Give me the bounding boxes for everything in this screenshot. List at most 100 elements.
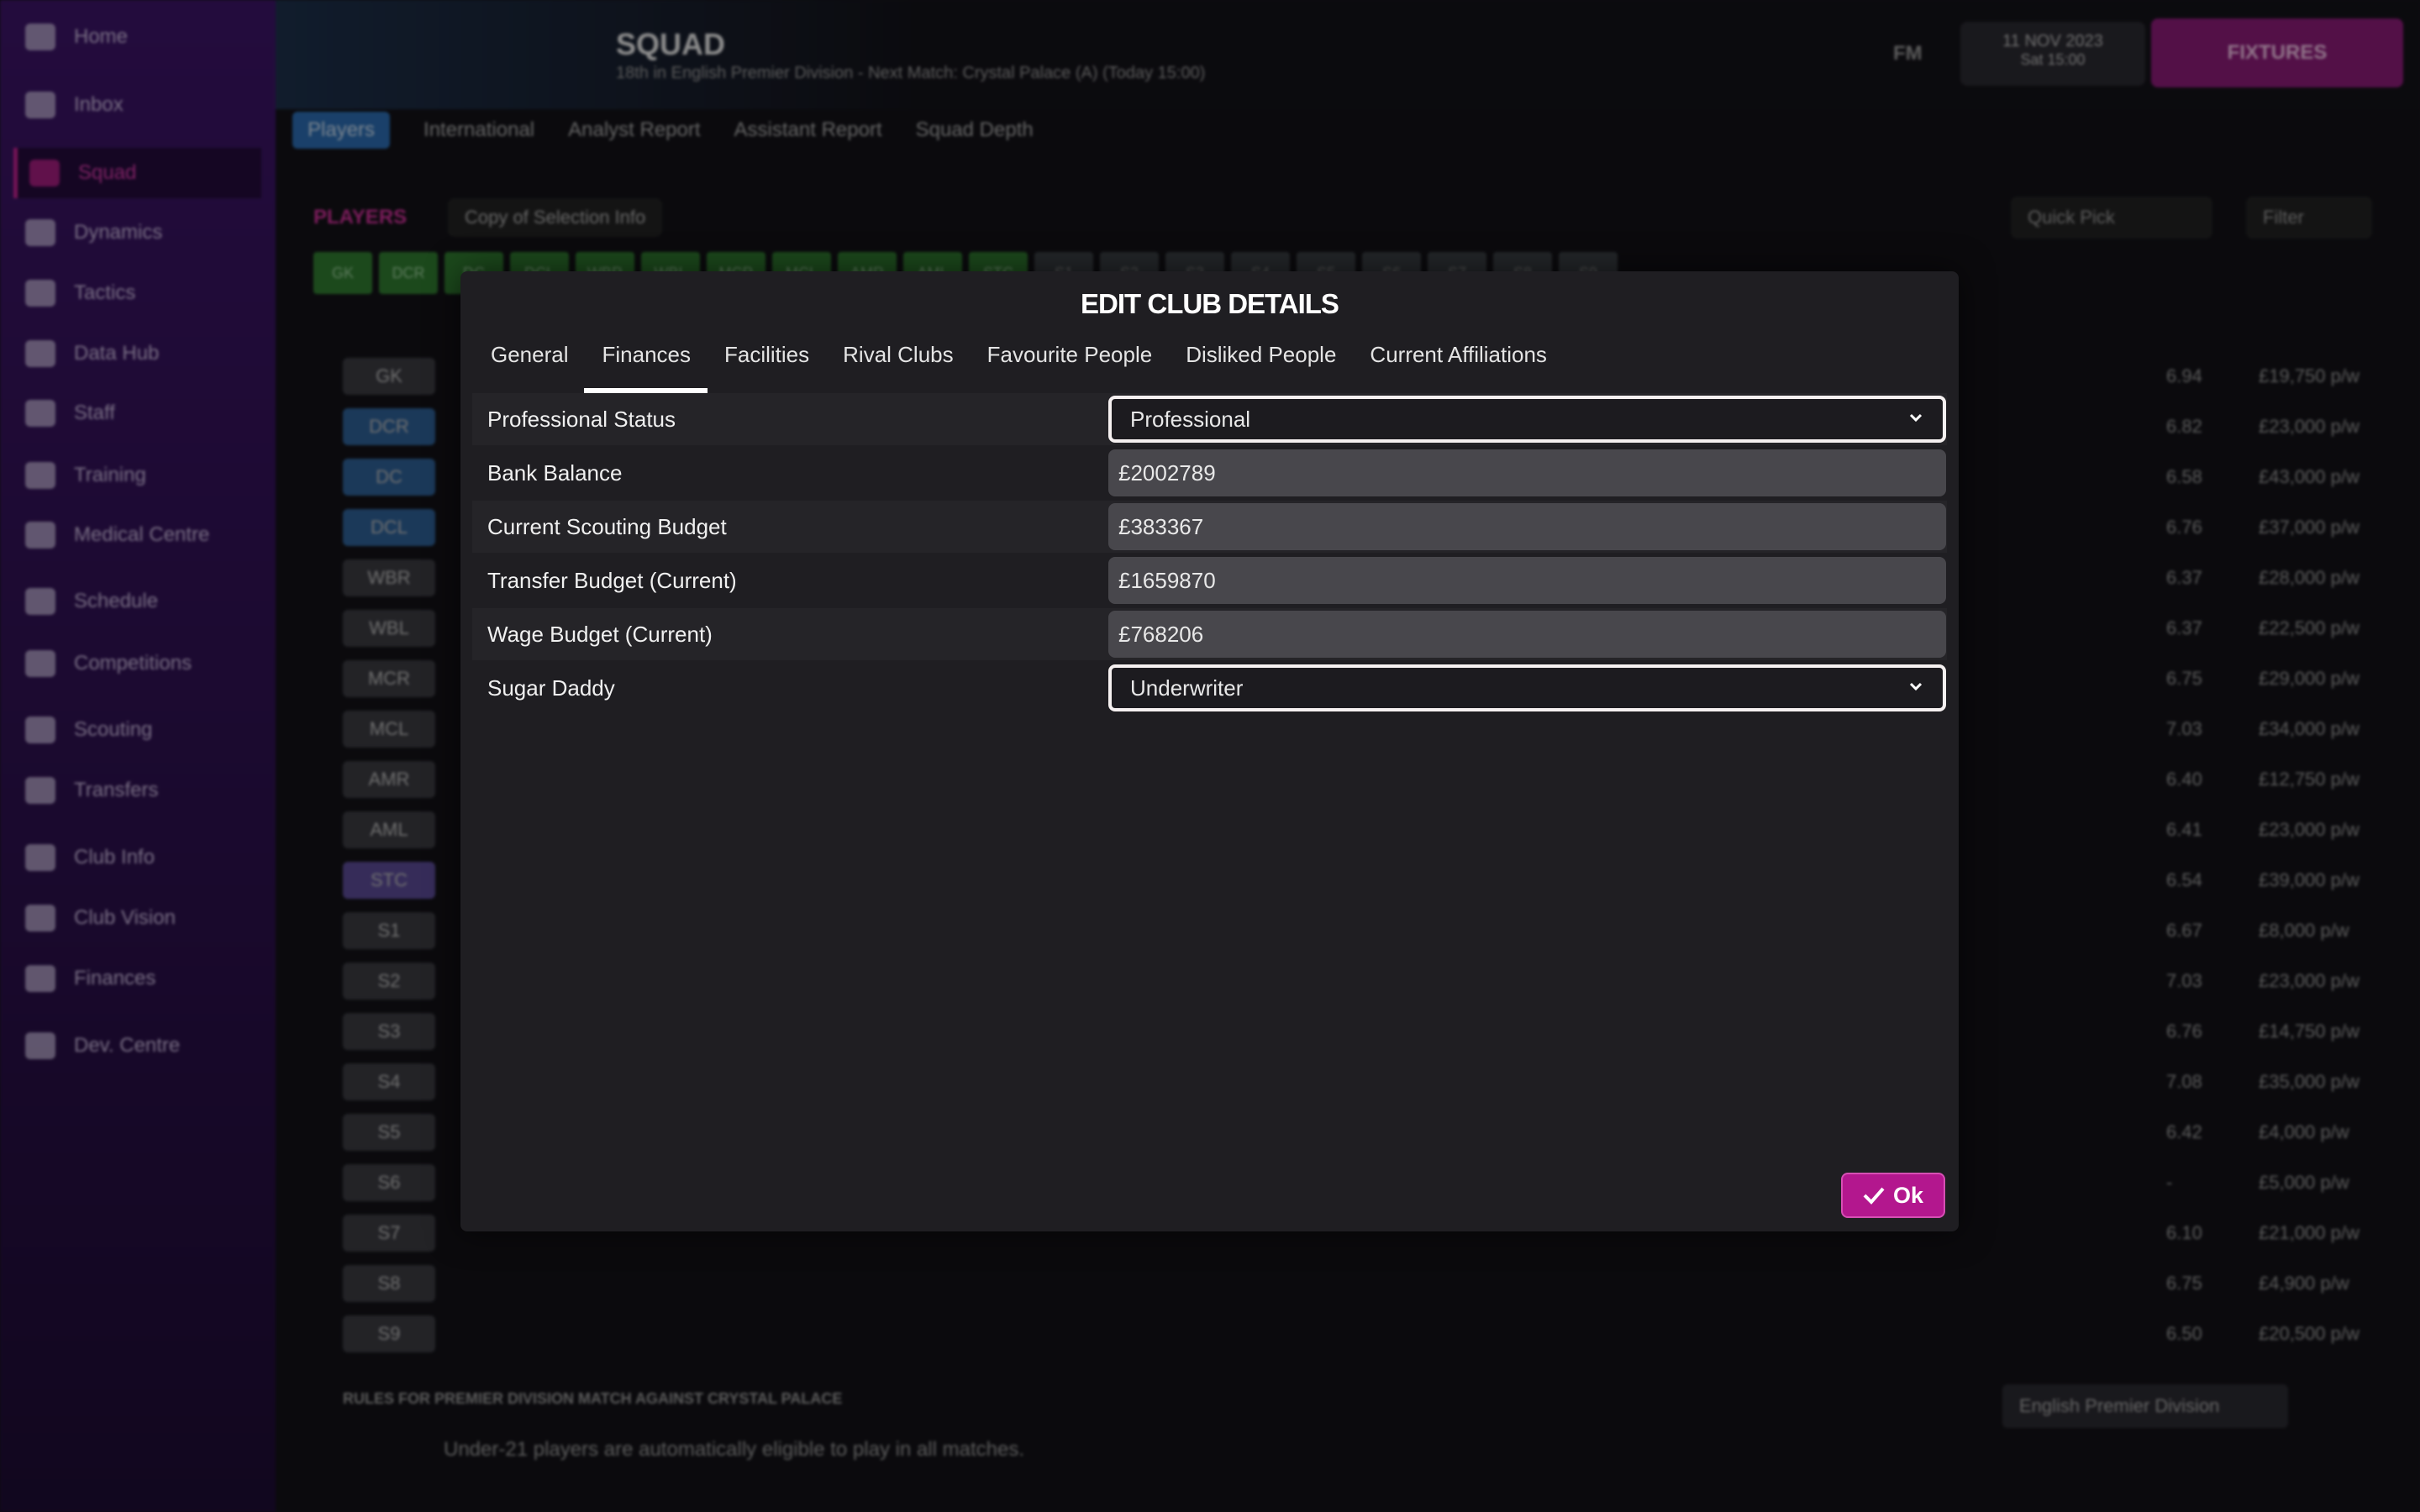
tab-disliked-people[interactable]: Disliked People xyxy=(1186,342,1336,393)
position-select[interactable]: S1 xyxy=(343,912,435,949)
field-label: Bank Balance xyxy=(487,459,623,486)
wage: £21,000 p/w xyxy=(2259,1222,2360,1243)
position-select[interactable]: S5 xyxy=(343,1114,435,1151)
av-rating: 6.75 xyxy=(2166,668,2202,689)
subtab-players[interactable]: Players xyxy=(292,112,391,149)
sidebar-item-dev-centre[interactable]: Dev. Centre xyxy=(25,1021,180,1071)
position-select[interactable]: MCL xyxy=(343,711,435,748)
sidebar-item-inbox[interactable]: Inbox xyxy=(25,80,124,130)
field-row-current-scouting-budget: Current Scouting Budget £383367 xyxy=(472,501,1947,553)
position-select[interactable]: S7 xyxy=(343,1215,435,1252)
sidebar-item-schedule[interactable]: Schedule xyxy=(25,576,158,627)
position-select[interactable]: S6 xyxy=(343,1164,435,1201)
position-select[interactable]: S4 xyxy=(343,1063,435,1100)
sidebar-item-scouting[interactable]: Scouting xyxy=(25,705,152,755)
tab-finances[interactable]: Finances xyxy=(583,342,708,393)
tab-current-affiliations[interactable]: Current Affiliations xyxy=(1370,342,1547,393)
position-select[interactable]: DCL xyxy=(343,509,435,546)
table-row[interactable]: S9 6.50 £20,500 p/w xyxy=(343,1310,2393,1357)
fm-button[interactable]: FM xyxy=(1893,42,1923,66)
sidebar-item-label: Scouting xyxy=(74,717,153,741)
table-row[interactable]: S8 6.75 £4,900 p/w xyxy=(343,1260,2393,1307)
sidebar-item-label: Competitions xyxy=(74,651,192,675)
sidebar-item-club-info[interactable]: Club Info xyxy=(25,832,155,883)
wage: £43,000 p/w xyxy=(2259,466,2360,487)
av-rating: 6.58 xyxy=(2166,466,2202,487)
sidebar-item-club-vision[interactable]: Club Vision xyxy=(25,893,176,943)
sidebar-item-finances[interactable]: Finances xyxy=(25,953,155,1004)
medical-icon xyxy=(25,522,55,549)
quick-pick-button[interactable]: Quick Pick xyxy=(2011,197,2212,239)
subtab-analyst-report[interactable]: Analyst Report xyxy=(568,118,700,142)
club-info-icon xyxy=(25,844,55,872)
position-select[interactable]: WBR xyxy=(343,559,435,596)
av-rating: 6.42 xyxy=(2166,1121,2202,1142)
tactics-icon xyxy=(25,280,55,307)
av-rating: 6.67 xyxy=(2166,920,2202,941)
position-select[interactable]: MCR xyxy=(343,660,435,697)
position-select[interactable]: DC xyxy=(343,459,435,496)
position-filter[interactable]: GK xyxy=(313,252,372,294)
sidebar-item-label: Schedule xyxy=(74,590,159,613)
position-select[interactable]: WBL xyxy=(343,610,435,647)
sidebar-item-label: Medical Centre xyxy=(74,523,210,547)
subtab-squad-depth[interactable]: Squad Depth xyxy=(916,118,1034,142)
selection-info-dropdown[interactable]: Copy of Selection Info xyxy=(448,198,663,237)
sidebar-item-label: Staff xyxy=(74,402,115,425)
sidebar-item-transfers[interactable]: Transfers xyxy=(25,765,158,816)
dialog-tabs: General Finances Facilities Rival Clubs Favo… xyxy=(491,342,1547,393)
sidebar-item-training[interactable]: Training xyxy=(25,450,146,501)
wage: £12,750 p/w xyxy=(2259,769,2360,790)
sugar-daddy-select[interactable]: Underwriter xyxy=(1108,664,1946,711)
wage: £34,000 p/w xyxy=(2259,718,2360,739)
professional-status-select[interactable]: Professional xyxy=(1108,396,1946,443)
chevron-down-icon xyxy=(1909,682,1923,691)
fixtures-button[interactable]: FIXTURES xyxy=(2151,18,2403,87)
wage-budget-current-input[interactable]: £768206 xyxy=(1108,611,1946,658)
av-rating: 6.76 xyxy=(2166,1021,2202,1042)
position-select[interactable]: AML xyxy=(343,811,435,848)
sidebar-item-squad[interactable]: Squad xyxy=(13,147,261,198)
training-icon xyxy=(25,461,55,489)
sidebar-item-medical-centre[interactable]: Medical Centre xyxy=(25,510,209,560)
tab-general[interactable]: General xyxy=(491,342,569,393)
subtab-international[interactable]: International xyxy=(424,118,534,142)
wage: £19,750 p/w xyxy=(2259,365,2360,386)
position-select[interactable]: S9 xyxy=(343,1315,435,1352)
sidebar-item-tactics[interactable]: Tactics xyxy=(25,268,135,318)
sidebar-item-home[interactable]: Home xyxy=(25,12,128,62)
page-title: SQUAD xyxy=(616,27,726,61)
position-select[interactable]: AMR xyxy=(343,761,435,798)
position-select[interactable]: STC xyxy=(343,862,435,899)
position-select[interactable]: GK xyxy=(343,358,435,395)
bank-balance-input[interactable]: £2002789 xyxy=(1108,449,1946,496)
scouting-icon xyxy=(25,716,55,743)
sidebar-item-label: Home xyxy=(74,25,129,49)
ok-button[interactable]: Ok xyxy=(1841,1173,1945,1218)
av-rating: 6.10 xyxy=(2166,1222,2202,1243)
filter-button[interactable]: Filter xyxy=(2246,197,2372,239)
position-select[interactable]: S2 xyxy=(343,963,435,1000)
transfer-budget-current-input[interactable]: £1659870 xyxy=(1108,557,1946,604)
competition-select[interactable]: English Premier Division xyxy=(2002,1384,2288,1428)
wage: £20,500 p/w xyxy=(2259,1323,2360,1344)
position-select[interactable]: DCR xyxy=(343,408,435,445)
tab-facilities[interactable]: Facilities xyxy=(724,342,809,393)
position-select[interactable]: S8 xyxy=(343,1265,435,1302)
top-bar: SQUAD 18th in English Premier Division -… xyxy=(276,0,2420,109)
sidebar-item-dynamics[interactable]: Dynamics xyxy=(25,207,162,258)
sidebar-item-label: Tactics xyxy=(74,281,136,305)
current-scouting-budget-input[interactable]: £383367 xyxy=(1108,503,1946,550)
subtab-assistant-report[interactable]: Assistant Report xyxy=(734,118,882,142)
wage: £4,900 p/w xyxy=(2259,1273,2349,1294)
date-display[interactable]: 11 NOV 2023 Sat 15:00 xyxy=(1960,22,2145,86)
sidebar-item-staff[interactable]: Staff xyxy=(25,388,115,438)
position-select[interactable]: S3 xyxy=(343,1013,435,1050)
tab-rival-clubs[interactable]: Rival Clubs xyxy=(843,342,954,393)
sidebar-item-competitions[interactable]: Competitions xyxy=(25,638,192,689)
home-icon xyxy=(25,24,55,51)
wage: £23,000 p/w xyxy=(2259,416,2360,437)
tab-favourite-people[interactable]: Favourite People xyxy=(987,342,1153,393)
position-filter[interactable]: DCR xyxy=(379,252,438,294)
sidebar-item-data-hub[interactable]: Data Hub xyxy=(25,328,159,379)
